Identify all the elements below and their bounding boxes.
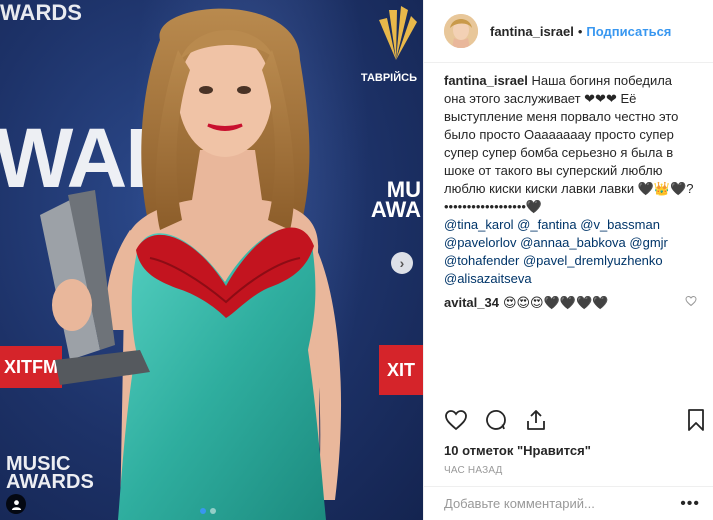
post-header: fantina_israel • Подписаться (424, 0, 713, 63)
caption-username[interactable]: fantina_israel (444, 73, 528, 88)
post-side-panel: fantina_israel • Подписаться fantina_isr… (423, 0, 713, 520)
bookmark-icon[interactable] (686, 408, 706, 432)
woman-in-dress-figure (40, 8, 342, 520)
like-heart-icon[interactable] (444, 408, 468, 432)
header-separator: • (577, 23, 583, 39)
avatar[interactable] (444, 14, 478, 48)
post-actions (444, 408, 704, 432)
avatar-image (444, 14, 478, 48)
post-timestamp[interactable]: час назад (444, 465, 503, 476)
comment-item: avital_34 😍😍😍🖤🖤🖤🖤 (444, 294, 697, 312)
add-comment-bar: ••• (424, 486, 713, 520)
post-photo[interactable]: WARDS WARD MUSIC AWARDS XITFM XIT ТАВРІЙ… (0, 0, 423, 520)
add-comment-input[interactable] (444, 496, 664, 511)
comment-like-heart-icon[interactable] (685, 294, 697, 312)
carousel-dot-active (200, 508, 206, 514)
caption-text: Наша богиня победила она этого заслужива… (444, 73, 694, 214)
carousel-dot (210, 508, 216, 514)
comments-section: fantina_israel Наша богиня победила она … (424, 63, 713, 383)
post-caption: fantina_israel Наша богиня победила она … (444, 72, 697, 216)
share-upload-icon[interactable] (524, 408, 548, 432)
more-options-button[interactable]: ••• (680, 495, 700, 513)
instagram-post: WARDS WARD MUSIC AWARDS XITFM XIT ТАВРІЙ… (0, 0, 713, 520)
comment-username[interactable]: avital_34 (444, 294, 499, 312)
comment-bubble-icon[interactable] (484, 408, 508, 432)
follow-button[interactable]: Подписаться (586, 24, 671, 39)
tagged-users-button[interactable] (6, 494, 26, 514)
post-author-username[interactable]: fantina_israel (490, 24, 574, 39)
caption-mentions[interactable]: @tina_karol @_fantina @v_bassman @pavelo… (444, 216, 697, 288)
carousel-indicator (200, 508, 216, 514)
likes-count[interactable]: 10 отметок "Нравится" (444, 443, 591, 458)
comment-text: 😍😍😍🖤🖤🖤🖤 (502, 295, 609, 310)
user-icon (11, 499, 21, 510)
carousel-next-button[interactable]: › (391, 252, 413, 274)
